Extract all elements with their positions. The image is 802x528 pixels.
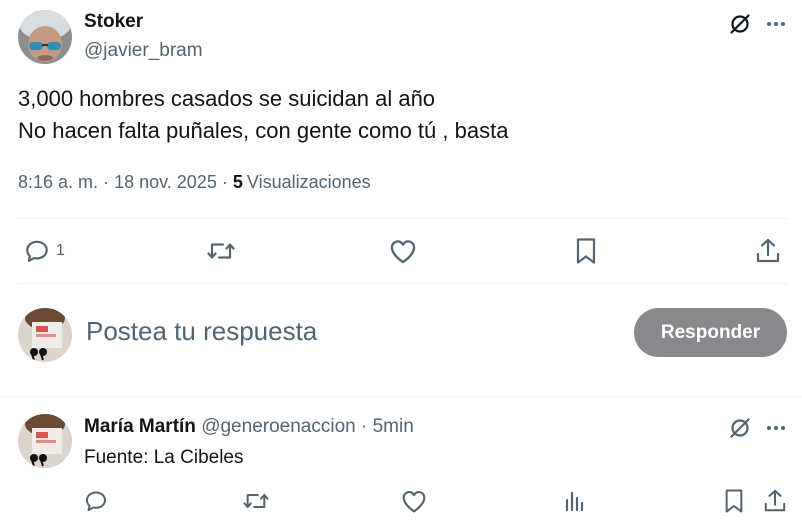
reply-time[interactable]: 5min (373, 416, 414, 437)
reply-grok-icon[interactable] (728, 416, 752, 440)
grok-icon[interactable] (728, 12, 752, 36)
retweet-icon (207, 243, 235, 259)
tweet-date[interactable]: 18 nov. 2025 (114, 172, 217, 192)
reply-icon (86, 491, 106, 511)
reply-input[interactable]: Postea tu respuesta (86, 316, 317, 347)
meta-separator: · (221, 172, 228, 192)
reply-icon (24, 238, 50, 264)
reply-count: 1 (56, 242, 65, 259)
reply-like-button[interactable] (401, 489, 427, 513)
reply-share-button[interactable] (763, 488, 787, 514)
tweet-text-line-1: 3,000 hombres casados se suicidan al año (18, 86, 436, 111)
like-button[interactable] (389, 238, 417, 264)
reply-retweet-button[interactable] (242, 489, 270, 513)
retweet-button[interactable] (206, 238, 236, 264)
tweet-time[interactable]: 8:16 a. m. (18, 172, 98, 192)
more-icon[interactable] (764, 12, 788, 36)
bookmark-icon (576, 238, 596, 264)
divider (18, 283, 788, 284)
reply-views-button[interactable] (563, 489, 587, 513)
author-avatar[interactable] (18, 10, 72, 64)
meta-separator: · (361, 416, 368, 437)
section-divider (0, 396, 802, 397)
reply-author-avatar[interactable] (18, 414, 72, 468)
author-display-name[interactable]: Stoker (84, 11, 143, 33)
user-avatar[interactable] (18, 308, 72, 362)
retweet-icon (243, 493, 269, 509)
reply-author-handle[interactable]: @generoenaccion (201, 416, 356, 437)
bookmark-button[interactable] (574, 237, 598, 265)
like-icon (390, 240, 416, 264)
reply-submit-button[interactable]: Responder (634, 308, 787, 357)
meta-separator: · (103, 172, 110, 192)
views-count: 5 (232, 172, 243, 192)
share-icon (764, 489, 786, 512)
reply-more-icon[interactable] (764, 416, 788, 440)
reply-header: María Martín @generoenaccion · 5min (84, 416, 414, 438)
reply-author-name[interactable]: María Martín (84, 416, 196, 437)
reply-text: Fuente: La Cibeles (84, 447, 244, 468)
tweet-text-line-2: No hacen falta puñales, con gente como t… (18, 118, 509, 143)
views-icon (565, 491, 584, 512)
reply-bookmark-button[interactable] (723, 488, 745, 514)
tweet-meta: 8:16 a. m. · 18 nov. 2025 · 5 Visualizaci… (18, 172, 371, 193)
bookmark-icon (725, 489, 743, 513)
share-button[interactable] (755, 237, 781, 265)
reply-button[interactable]: 1 (24, 238, 65, 264)
reply-reply-button[interactable] (84, 489, 108, 513)
views-label[interactable]: Visualizaciones (247, 172, 371, 192)
share-icon (756, 238, 780, 263)
divider (18, 218, 788, 219)
like-icon (402, 491, 426, 513)
author-handle[interactable]: @javier_bram (84, 40, 203, 62)
